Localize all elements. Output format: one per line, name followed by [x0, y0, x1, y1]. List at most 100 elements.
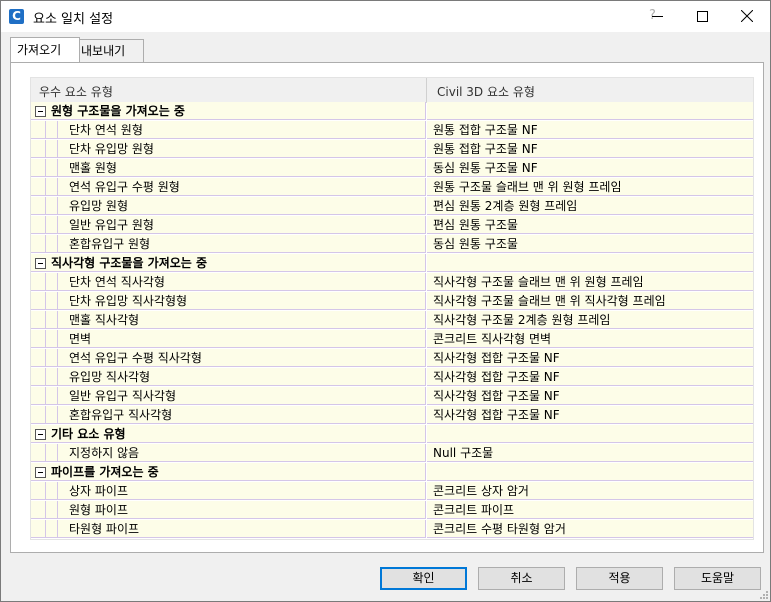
source-type-cell: 연석 유입구 수평 원형 — [31, 178, 426, 196]
target-type-cell[interactable]: 콘크리트 상자 암거 — [427, 482, 753, 500]
target-type-cell[interactable]: 원통 접합 구조물 NF — [427, 140, 753, 158]
tree-line — [45, 349, 46, 366]
source-type-cell: 단차 유입망 원형 — [31, 140, 426, 158]
source-type-text: 연석 유입구 수평 원형 — [69, 180, 180, 194]
minimize-button[interactable] — [638, 1, 676, 32]
column-divider[interactable] — [426, 78, 427, 102]
tree-line — [45, 178, 46, 195]
tree-line — [57, 197, 58, 214]
help-button[interactable]: 도움말 — [674, 567, 761, 590]
tree-line — [57, 292, 58, 309]
column-header-target[interactable]: Civil 3D 요소 유형 — [437, 83, 535, 100]
group-target-cell — [427, 463, 753, 481]
target-type-cell[interactable]: 직사각형 접합 구조물 NF — [427, 368, 753, 386]
collapse-icon[interactable] — [35, 429, 46, 440]
group-row[interactable]: 파이프를 가져오는 중 — [31, 463, 753, 482]
target-type-cell[interactable]: 직사각형 구조물 슬래브 맨 위 원형 프레임 — [427, 273, 753, 291]
grid-header: 우수 요소 유형 Civil 3D 요소 유형 — [31, 78, 753, 103]
target-type-cell[interactable]: 동심 원통 구조물 NF — [427, 159, 753, 177]
target-type-cell[interactable]: 원통 구조물 슬래브 맨 위 원형 프레임 — [427, 178, 753, 196]
target-type-cell[interactable]: 편심 원통 구조물 — [427, 216, 753, 234]
mapping-row[interactable]: 연석 유입구 수평 직사각형 직사각형 접합 구조물 NF — [31, 349, 753, 368]
tree-line — [45, 444, 46, 461]
tree-line — [45, 482, 46, 499]
resize-grip-icon[interactable] — [758, 589, 768, 599]
tab-import[interactable]: 가져오기 — [10, 37, 80, 62]
tree-line — [45, 330, 46, 347]
group-label-text: 원형 구조물을 가져오는 중 — [51, 104, 185, 118]
mapping-row[interactable]: 원형 파이프 콘크리트 파이프 — [31, 501, 753, 520]
tree-line — [57, 368, 58, 385]
mapping-row[interactable]: 혼합유입구 원형 동심 원통 구조물 — [31, 235, 753, 254]
group-row[interactable]: 기타 요소 유형 — [31, 425, 753, 444]
apply-button[interactable]: 적용 — [576, 567, 663, 590]
source-type-cell: 면벽 — [31, 330, 426, 348]
mapping-row[interactable]: 상자 파이프 콘크리트 상자 암거 — [31, 482, 753, 501]
group-target-cell — [427, 102, 753, 120]
mapping-row[interactable]: 지정하지 않음 Null 구조물 — [31, 444, 753, 463]
source-type-text: 원형 파이프 — [69, 503, 129, 517]
tree-line — [45, 292, 46, 309]
mapping-row[interactable]: 유입망 직사각형 직사각형 접합 구조물 NF — [31, 368, 753, 387]
source-type-text: 단차 연석 직사각형 — [69, 275, 165, 289]
source-type-cell: 단차 연석 원형 — [31, 121, 426, 139]
mapping-row[interactable]: 일반 유입구 원형 편심 원통 구조물 — [31, 216, 753, 235]
source-type-text: 맨홀 원형 — [69, 161, 117, 175]
collapse-icon[interactable] — [35, 258, 46, 269]
tree-line — [45, 235, 46, 252]
target-type-cell[interactable]: 직사각형 접합 구조물 NF — [427, 349, 753, 367]
target-type-cell[interactable]: 직사각형 접합 구조물 NF — [427, 406, 753, 424]
mapping-row[interactable]: 혼합유입구 직사각형 직사각형 접합 구조물 NF — [31, 406, 753, 425]
target-type-cell[interactable]: 직사각형 구조물 2계층 원형 프레임 — [427, 311, 753, 329]
mapping-row[interactable]: 단차 유입망 직사각형형 직사각형 구조물 슬래브 맨 위 직사각형 프레임 — [31, 292, 753, 311]
tree-line — [45, 387, 46, 404]
collapse-icon[interactable] — [35, 106, 46, 117]
target-type-cell[interactable]: 동심 원통 구조물 — [427, 235, 753, 253]
mapping-row[interactable]: 연석 유입구 수평 원형 원통 구조물 슬래브 맨 위 원형 프레임 — [31, 178, 753, 197]
source-type-text: 혼합유입구 직사각형 — [69, 408, 173, 422]
match-settings-dialog: C 요소 일치 설정 ? 가져오기 내보내기 우수 요소 유형 Civil 3D… — [0, 0, 771, 602]
group-label-text: 파이프를 가져오는 중 — [51, 465, 159, 479]
tree-line — [45, 197, 46, 214]
tree-line — [45, 406, 46, 423]
mapping-row[interactable]: 맨홀 원형 동심 원통 구조물 NF — [31, 159, 753, 178]
tree-line — [57, 520, 58, 537]
source-type-cell: 타원형 파이프 — [31, 520, 426, 538]
mapping-row[interactable]: 맨홀 직사각형 직사각형 구조물 2계층 원형 프레임 — [31, 311, 753, 330]
mapping-row[interactable]: 단차 연석 원형 원통 접합 구조물 NF — [31, 121, 753, 140]
group-row[interactable]: 직사각형 구조물을 가져오는 중 — [31, 254, 753, 273]
source-type-text: 유입망 원형 — [69, 199, 129, 213]
group-label: 파이프를 가져오는 중 — [31, 463, 426, 481]
tree-line — [57, 482, 58, 499]
close-button[interactable] — [728, 1, 766, 32]
tree-line — [45, 140, 46, 157]
source-type-cell: 유입망 원형 — [31, 197, 426, 215]
tree-line — [57, 349, 58, 366]
target-type-cell[interactable]: 직사각형 구조물 슬래브 맨 위 직사각형 프레임 — [427, 292, 753, 310]
title-bar[interactable]: C 요소 일치 설정 ? — [1, 1, 770, 32]
mapping-row[interactable]: 단차 유입망 원형 원통 접합 구조물 NF — [31, 140, 753, 159]
group-row[interactable]: 원형 구조물을 가져오는 중 — [31, 102, 753, 121]
target-type-cell[interactable]: 콘크리트 수평 타원형 암거 — [427, 520, 753, 538]
target-type-cell[interactable]: 직사각형 접합 구조물 NF — [427, 387, 753, 405]
ok-button[interactable]: 확인 — [380, 567, 467, 590]
mapping-row[interactable]: 단차 연석 직사각형 직사각형 구조물 슬래브 맨 위 원형 프레임 — [31, 273, 753, 292]
mapping-row[interactable]: 일반 유입구 직사각형 직사각형 접합 구조물 NF — [31, 387, 753, 406]
collapse-icon[interactable] — [35, 467, 46, 478]
cancel-button[interactable]: 취소 — [478, 567, 565, 590]
tree-line — [57, 140, 58, 157]
target-type-cell[interactable]: 편심 원통 2계층 원형 프레임 — [427, 197, 753, 215]
target-type-cell[interactable]: 원통 접합 구조물 NF — [427, 121, 753, 139]
mapping-row[interactable]: 타원형 파이프 콘크리트 수평 타원형 암거 — [31, 520, 753, 539]
tree-line — [57, 235, 58, 252]
group-label: 기타 요소 유형 — [31, 425, 426, 443]
column-header-source[interactable]: 우수 요소 유형 — [39, 83, 113, 100]
maximize-button[interactable] — [683, 1, 721, 32]
source-type-cell: 연석 유입구 수평 직사각형 — [31, 349, 426, 367]
target-type-cell[interactable]: Null 구조물 — [427, 444, 753, 462]
mapping-row[interactable]: 유입망 원형 편심 원통 2계층 원형 프레임 — [31, 197, 753, 216]
target-type-cell[interactable]: 콘크리트 파이프 — [427, 501, 753, 519]
mapping-row[interactable]: 면벽 콘크리트 직사각형 면벽 — [31, 330, 753, 349]
tab-export[interactable]: 내보내기 — [74, 39, 144, 62]
target-type-cell[interactable]: 콘크리트 직사각형 면벽 — [427, 330, 753, 348]
